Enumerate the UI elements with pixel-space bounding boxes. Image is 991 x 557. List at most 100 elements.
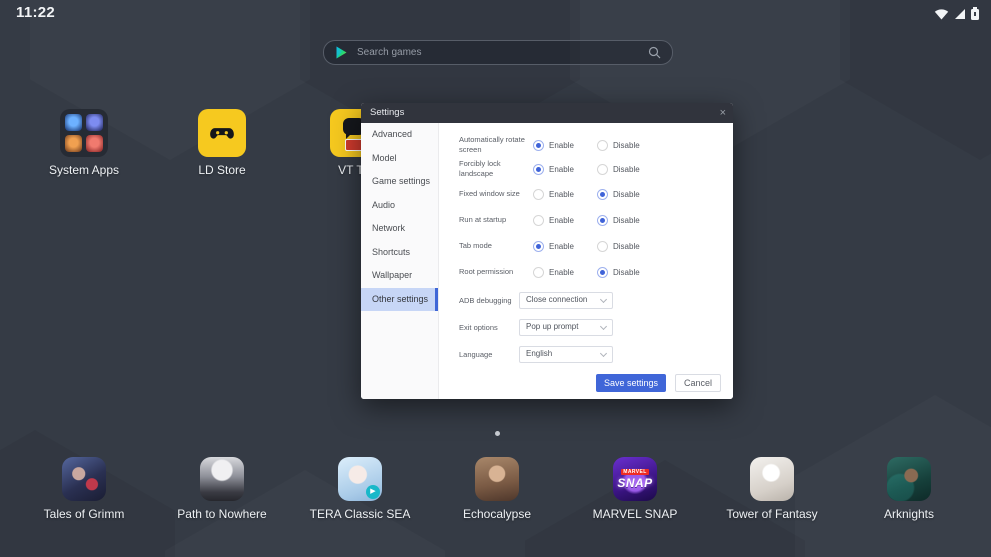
sidebar-item-network[interactable]: Network <box>361 217 438 241</box>
dialog-titlebar: Settings × <box>361 103 733 123</box>
dropdown-language[interactable]: English <box>519 346 613 363</box>
setting-row-exit-options: Exit optionsPop up prompt <box>459 316 725 338</box>
radio-label: Enable <box>549 268 574 277</box>
mini-app-icon <box>86 135 103 152</box>
radio-option-disable[interactable]: Disable <box>597 164 661 175</box>
dropdown-value: Pop up prompt <box>520 320 612 334</box>
radio-label: Enable <box>549 242 574 251</box>
tales-of-grimm-art-icon[interactable] <box>62 457 106 501</box>
radio-option-enable[interactable]: Enable <box>533 241 597 252</box>
radio-label: Disable <box>613 141 640 150</box>
radio-option-disable[interactable]: Disable <box>597 140 661 151</box>
radio-label: Disable <box>613 242 640 251</box>
dropdown-exit-options[interactable]: Pop up prompt <box>519 319 613 336</box>
ld-store-gamepad-icon[interactable] <box>198 109 246 157</box>
sidebar-item-game-settings[interactable]: Game settings <box>361 170 438 194</box>
app-marvel-snap[interactable]: MARVELSNAPMARVEL SNAP <box>580 457 690 521</box>
radio-option-disable[interactable]: Disable <box>597 189 661 200</box>
setting-row-tab-mode: Tab mode Enable Disable <box>459 235 725 257</box>
sidebar-item-audio[interactable]: Audio <box>361 194 438 218</box>
app-label: Tales of Grimm <box>29 507 139 521</box>
snap-logo-text: SNAP <box>617 476 652 490</box>
setting-row-automatically-rotate-screen: Automatically rotate screenEnable Disable <box>459 134 725 156</box>
dialog-footer: Save settings Cancel <box>596 374 721 392</box>
clock: 11:22 <box>16 4 55 21</box>
radio-disable-selected[interactable] <box>597 267 608 278</box>
setting-row-language: LanguageEnglish <box>459 343 725 365</box>
wifi-icon <box>934 7 949 25</box>
sidebar-item-shortcuts[interactable]: Shortcuts <box>361 241 438 265</box>
sidebar-item-model[interactable]: Model <box>361 147 438 171</box>
search-input[interactable] <box>349 47 648 58</box>
settings-dialog: Settings × AdvancedModelGame settingsAud… <box>361 103 733 399</box>
radio-enable-selected[interactable] <box>533 164 544 175</box>
radio-option-disable[interactable]: Disable <box>597 267 661 278</box>
radio-label: Disable <box>613 268 640 277</box>
setting-label: ADB debugging <box>459 296 519 305</box>
radio-enable-selected[interactable] <box>533 241 544 252</box>
battery-icon <box>971 7 979 25</box>
app-path-to-nowhere[interactable]: Path to Nowhere <box>167 457 277 521</box>
emulator-desktop: 11:22 System AppsLD StoreVT Tu Settings … <box>0 0 991 557</box>
radio-disable[interactable] <box>597 241 608 252</box>
radio-enable[interactable] <box>533 189 544 200</box>
radio-enable[interactable] <box>533 215 544 226</box>
setting-label: Tab mode <box>459 241 533 251</box>
app-tales-of-grimm[interactable]: Tales of Grimm <box>29 457 139 521</box>
radio-option-disable[interactable]: Disable <box>597 241 661 252</box>
radio-disable-selected[interactable] <box>597 189 608 200</box>
setting-label: Fixed window size <box>459 189 533 199</box>
setting-label: Root permission <box>459 267 533 277</box>
app-tera-classic-sea[interactable]: ▶TERA Classic SEA <box>305 457 415 521</box>
setting-row-root-permission: Root permission Enable Disable <box>459 261 725 283</box>
page-indicator-dot[interactable] <box>495 431 500 436</box>
dialog-body: AdvancedModelGame settingsAudioNetworkSh… <box>361 123 733 399</box>
radio-disable[interactable] <box>597 140 608 151</box>
system-apps-folder-icon[interactable] <box>60 109 108 157</box>
cancel-button[interactable]: Cancel <box>675 374 721 392</box>
radio-option-disable[interactable]: Disable <box>597 215 661 226</box>
radio-enable[interactable] <box>533 267 544 278</box>
dropdown-adb-debugging[interactable]: Close connection <box>519 292 613 309</box>
radio-disable-selected[interactable] <box>597 215 608 226</box>
setting-label: Forcibly lock landscape <box>459 159 533 179</box>
app-label: Path to Nowhere <box>167 507 277 521</box>
mini-app-icon <box>86 114 103 131</box>
tower-of-fantasy-art-icon[interactable] <box>750 457 794 501</box>
sidebar-item-wallpaper[interactable]: Wallpaper <box>361 264 438 288</box>
sidebar-item-advanced[interactable]: Advanced <box>361 123 438 147</box>
radio-option-enable[interactable]: Enable <box>533 267 597 278</box>
radio-option-enable[interactable]: Enable <box>533 189 597 200</box>
setting-row-fixed-window-size: Fixed window sizeEnableDisable <box>459 183 725 205</box>
play-store-icon[interactable] <box>334 45 349 60</box>
app-label: Echocalypse <box>442 507 552 521</box>
radio-disable[interactable] <box>597 164 608 175</box>
radio-option-enable[interactable]: Enable <box>533 164 597 175</box>
marvel-logo-text: MARVEL <box>621 469 648 475</box>
app-echocalypse[interactable]: Echocalypse <box>442 457 552 521</box>
echocalypse-art-icon[interactable] <box>475 457 519 501</box>
tera-classic-art-icon[interactable]: ▶ <box>338 457 382 501</box>
marvel-snap-logo-icon[interactable]: MARVELSNAP <box>613 457 657 501</box>
mini-app-icon <box>65 114 82 131</box>
app-arknights[interactable]: Arknights <box>854 457 964 521</box>
app-tower-of-fantasy[interactable]: Tower of Fantasy <box>717 457 827 521</box>
setting-label: Automatically rotate screen <box>459 135 533 155</box>
arknights-art-icon[interactable] <box>887 457 931 501</box>
radio-option-enable[interactable]: Enable <box>533 140 597 151</box>
search-icon[interactable] <box>648 46 661 59</box>
save-settings-button[interactable]: Save settings <box>596 374 666 392</box>
path-to-nowhere-art-icon[interactable] <box>200 457 244 501</box>
app-label: Arknights <box>854 507 964 521</box>
sidebar-item-other-settings[interactable]: Other settings <box>361 288 438 312</box>
app-system-apps[interactable]: System Apps <box>36 109 132 177</box>
search-bar[interactable] <box>323 40 673 65</box>
setting-row-forcibly-lock-landscape: Forcibly lock landscapeEnable Disable <box>459 158 725 180</box>
app-ld-store[interactable]: LD Store <box>174 109 270 177</box>
radio-label: Disable <box>613 165 640 174</box>
radio-enable-selected[interactable] <box>533 140 544 151</box>
radio-option-enable[interactable]: Enable <box>533 215 597 226</box>
settings-sidebar: AdvancedModelGame settingsAudioNetworkSh… <box>361 123 439 399</box>
close-icon[interactable]: × <box>720 103 726 123</box>
settings-content: Save settings Cancel Automatically rotat… <box>439 123 733 399</box>
